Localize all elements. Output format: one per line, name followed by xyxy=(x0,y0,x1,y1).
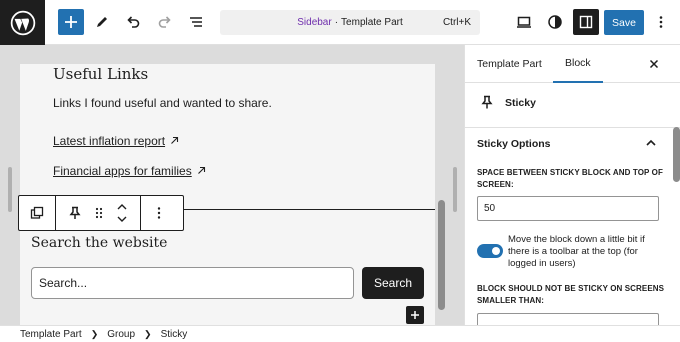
template-name: Sidebar xyxy=(297,17,332,28)
link-label: Latest inflation report xyxy=(53,134,166,148)
useful-links-description[interactable]: Links I found useful and wanted to share… xyxy=(53,96,272,110)
pin-icon[interactable] xyxy=(68,206,82,220)
canvas-scrollbar[interactable] xyxy=(438,200,445,310)
space-number-input[interactable]: 50 xyxy=(477,196,659,221)
search-button[interactable]: Search xyxy=(362,267,424,299)
wordpress-logo-button[interactable] xyxy=(0,0,45,45)
title-separator: · xyxy=(334,17,339,28)
block-name: Sticky xyxy=(505,97,536,109)
canvas-resize-handle-left[interactable] xyxy=(8,167,12,212)
breadcrumb-item-group[interactable]: Group xyxy=(107,329,135,340)
wordpress-icon xyxy=(10,10,35,35)
block-switcher-group xyxy=(55,196,140,230)
desktop-icon xyxy=(517,16,531,28)
settings-sidebar-toggle[interactable] xyxy=(573,9,599,35)
toolbar-offset-toggle-label: Move the block down a little bit if ther… xyxy=(508,234,645,269)
template-part-preview: Useful Links Links I found useful and wa… xyxy=(18,64,435,325)
plus-icon xyxy=(411,311,419,319)
drag-handle-icon[interactable] xyxy=(94,206,104,220)
close-sidebar-button[interactable] xyxy=(645,55,663,73)
save-button[interactable]: Save xyxy=(604,10,644,35)
breadcrumb: Template Part ❯ Group ❯ Sticky xyxy=(0,325,680,342)
link-label: Financial apps for families xyxy=(53,164,192,178)
toggle-knob xyxy=(492,247,500,255)
sidebar-tabs: Template Part Block xyxy=(465,45,680,83)
add-block-button[interactable] xyxy=(58,9,84,35)
top-toolbar: Sidebar · Template Part Ctrl+K Save xyxy=(0,0,680,45)
block-options-button[interactable] xyxy=(140,196,176,230)
block-toolbar xyxy=(18,195,184,231)
document-overview-button[interactable] xyxy=(183,9,209,35)
external-arrow-icon xyxy=(170,134,179,148)
editor-canvas: Useful Links Links I found useful and wa… xyxy=(0,45,464,325)
sidebar-icon xyxy=(579,15,593,29)
external-arrow-icon xyxy=(197,164,206,178)
template-type: Template Part xyxy=(341,17,403,28)
block-inserter-button[interactable] xyxy=(406,306,424,324)
vertical-ellipsis-icon xyxy=(659,16,663,28)
toolbar-offset-toggle[interactable] xyxy=(477,244,503,258)
canvas-resize-handle-right[interactable] xyxy=(453,167,457,212)
tools-button[interactable] xyxy=(89,9,115,35)
tab-template-part[interactable]: Template Part xyxy=(477,45,542,83)
list-view-icon xyxy=(190,17,202,27)
useful-links-heading[interactable]: Useful Links xyxy=(53,65,148,83)
chevron-right-icon: ❯ xyxy=(90,328,99,339)
styles-button[interactable] xyxy=(542,9,568,35)
link-inflation-report[interactable]: Latest inflation report xyxy=(53,134,179,148)
min-width-input[interactable] xyxy=(477,313,659,325)
sticky-options-panel-title[interactable]: Sticky Options xyxy=(477,138,551,150)
block-parent-selector[interactable] xyxy=(19,196,55,230)
preview-button[interactable] xyxy=(511,9,537,35)
vertical-ellipsis-icon xyxy=(157,207,160,219)
pencil-icon xyxy=(97,17,107,27)
space-setting-label: SPACE BETWEEN STICKY BLOCK AND TOP OF SC… xyxy=(477,168,663,189)
tab-block[interactable]: Block xyxy=(553,45,603,83)
editor-app: Sidebar · Template Part Ctrl+K Save Usef… xyxy=(0,0,680,342)
close-icon xyxy=(649,59,659,69)
block-card: Sticky xyxy=(465,83,680,128)
group-icon xyxy=(30,206,44,219)
command-palette-trigger[interactable]: Sidebar · Template Part Ctrl+K xyxy=(220,10,480,35)
keyboard-shortcut: Ctrl+K xyxy=(442,17,471,28)
link-financial-apps[interactable]: Financial apps for families xyxy=(53,164,206,178)
undo-icon xyxy=(127,16,140,28)
pin-icon xyxy=(481,95,493,109)
chevron-right-icon: ❯ xyxy=(144,328,152,339)
search-heading[interactable]: Search the website xyxy=(31,235,167,251)
options-menu-button[interactable] xyxy=(648,9,674,35)
search-input[interactable]: Search... xyxy=(31,267,354,299)
sidebar-scrollbar[interactable] xyxy=(673,127,680,182)
redo-button[interactable] xyxy=(152,9,178,35)
chevron-up-icon[interactable] xyxy=(643,135,659,151)
contrast-icon xyxy=(548,15,562,29)
breadcrumb-item-template-part[interactable]: Template Part xyxy=(20,329,82,340)
settings-sidebar: Template Part Block Sticky Sticky Option… xyxy=(464,45,680,325)
min-width-setting-label: BLOCK SHOULD NOT BE STICKY ON SCREENS SM… xyxy=(477,284,665,305)
plus-icon xyxy=(65,16,77,28)
move-up-down-icon[interactable] xyxy=(116,202,128,224)
undo-button[interactable] xyxy=(120,9,146,35)
redo-icon xyxy=(158,16,171,28)
breadcrumb-item-sticky[interactable]: Sticky xyxy=(161,329,188,340)
